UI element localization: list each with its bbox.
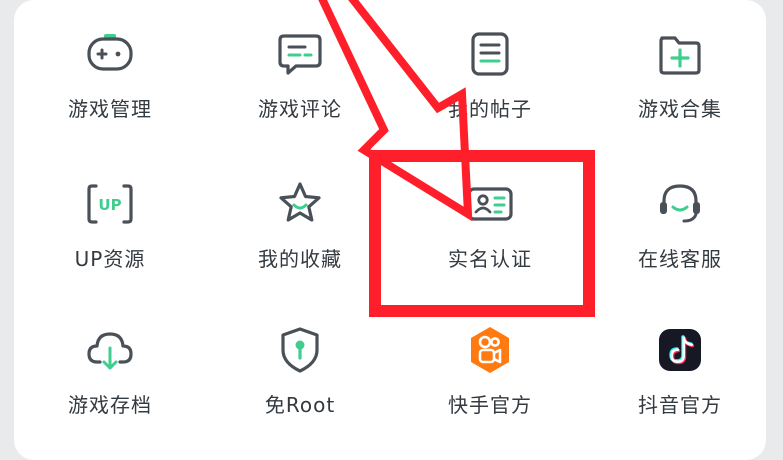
menu-item-game-collection[interactable]: 游戏合集 xyxy=(584,0,776,130)
post-list-icon xyxy=(464,28,516,80)
menu-item-real-name-verification[interactable]: 实名认证 xyxy=(394,150,586,280)
menu-item-my-favorites[interactable]: 我的收藏 xyxy=(204,150,396,280)
menu-item-kuaishou-official[interactable]: 快手官方 xyxy=(394,296,586,426)
menu-item-label: 免Root xyxy=(264,393,336,417)
menu-item-label: 游戏管理 xyxy=(68,97,152,121)
menu-item-up-resources[interactable]: UP UP资源 xyxy=(14,150,206,280)
menu-item-online-support[interactable]: 在线客服 xyxy=(584,150,776,280)
menu-item-label: 游戏存档 xyxy=(68,393,152,417)
menu-item-label: UP资源 xyxy=(74,247,146,271)
headset-icon xyxy=(654,178,706,230)
comment-icon xyxy=(274,28,326,80)
menu-item-game-management[interactable]: 游戏管理 xyxy=(14,0,206,130)
svg-text:UP: UP xyxy=(98,196,121,214)
id-card-icon xyxy=(464,178,516,230)
douyin-logo-icon xyxy=(654,324,706,376)
folder-add-icon xyxy=(654,28,706,80)
menu-panel: 游戏管理 游戏评论 我的帖子 游戏合集 UP UP资源 我的收藏 实名认证 在线… xyxy=(14,0,766,460)
kuaishou-logo-icon xyxy=(464,324,516,376)
shield-key-icon xyxy=(274,324,326,376)
menu-item-no-root[interactable]: 免Root xyxy=(204,296,396,426)
menu-item-label: 实名认证 xyxy=(448,247,532,271)
menu-item-game-comments[interactable]: 游戏评论 xyxy=(204,0,396,130)
menu-item-label: 我的收藏 xyxy=(258,247,342,271)
menu-item-label: 快手官方 xyxy=(448,393,532,417)
menu-item-douyin-official[interactable]: 抖音官方 xyxy=(584,296,776,426)
menu-item-label: 在线客服 xyxy=(638,247,722,271)
menu-item-my-posts[interactable]: 我的帖子 xyxy=(394,0,586,130)
menu-item-label: 我的帖子 xyxy=(448,97,532,121)
menu-item-label: 抖音官方 xyxy=(638,393,722,417)
up-badge-icon: UP xyxy=(84,178,136,230)
menu-item-label: 游戏合集 xyxy=(638,97,722,121)
star-icon xyxy=(274,178,326,230)
menu-item-game-saves[interactable]: 游戏存档 xyxy=(14,296,206,426)
menu-item-label: 游戏评论 xyxy=(258,97,342,121)
gamepad-icon xyxy=(84,28,136,80)
cloud-download-icon xyxy=(84,324,136,376)
